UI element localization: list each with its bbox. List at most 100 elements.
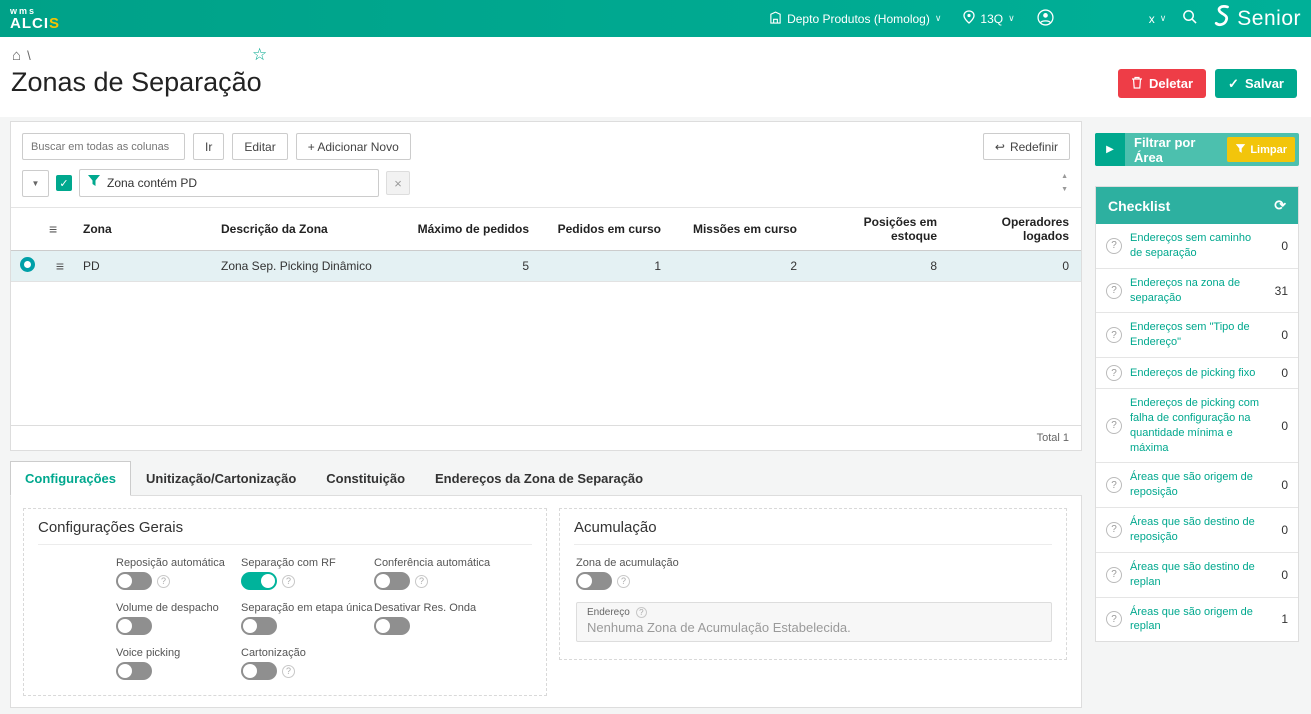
desativar-res-onda-toggle[interactable] bbox=[374, 617, 410, 635]
question-icon: ? bbox=[1106, 365, 1122, 382]
checklist-panel: Checklist ⟳ ? Endereços sem caminho de s… bbox=[1095, 186, 1299, 643]
page-header: ⌂ \ ☆ Zonas de Separação Deletar ✓ Salva… bbox=[0, 37, 1311, 117]
filter-row: ▼ ✓ × ▲ ▼ bbox=[11, 169, 1081, 207]
conferencia-automatica-toggle[interactable] bbox=[374, 572, 410, 590]
reposicao-automatica-toggle[interactable] bbox=[116, 572, 152, 590]
help-icon[interactable]: ? bbox=[617, 574, 630, 588]
checklist-item[interactable]: ? Endereços sem "Tipo de Endereço" 0 bbox=[1096, 313, 1298, 359]
filter-input[interactable] bbox=[107, 176, 371, 190]
table-header-row: ≡ Zona Descrição da Zona Máximo de pedid… bbox=[11, 207, 1081, 251]
filter-options-button[interactable]: ▼ bbox=[22, 169, 49, 197]
accumulation-title: Acumulação bbox=[574, 519, 1052, 545]
tab-constituicao[interactable]: Constituição bbox=[311, 461, 420, 495]
checklist-item[interactable]: ? Áreas que são destino de replan 0 bbox=[1096, 553, 1298, 598]
column-pedidos[interactable]: Pedidos em curso bbox=[541, 207, 673, 251]
search-input[interactable] bbox=[22, 133, 185, 160]
column-maximo[interactable]: Máximo de pedidos bbox=[395, 207, 541, 251]
tab-configuracoes[interactable]: Configurações bbox=[10, 461, 132, 496]
question-icon: ? bbox=[1106, 566, 1122, 583]
row-menu-icon[interactable]: ≡ bbox=[56, 258, 64, 274]
help-icon[interactable]: ? bbox=[157, 574, 170, 588]
column-descricao[interactable]: Descrição da Zona bbox=[215, 207, 395, 251]
checklist-count: 0 bbox=[1281, 238, 1288, 253]
voice-picking-toggle[interactable] bbox=[116, 662, 152, 680]
checklist-item[interactable]: ? Endereços de picking com falha de conf… bbox=[1096, 389, 1298, 464]
volume-despacho-toggle[interactable] bbox=[116, 617, 152, 635]
help-icon[interactable]: ? bbox=[415, 574, 428, 588]
refresh-icon[interactable]: ⟳ bbox=[1274, 197, 1286, 214]
column-operadores[interactable]: Operadores logados bbox=[949, 207, 1081, 251]
breadcrumb-separator: \ bbox=[27, 48, 31, 63]
checklist-count: 1 bbox=[1281, 612, 1288, 627]
language-selector[interactable]: x ∨ bbox=[1149, 12, 1167, 26]
question-icon: ? bbox=[1106, 282, 1122, 299]
filter-by-area-button[interactable]: ▶ Filtrar por Área Limpar bbox=[1095, 133, 1299, 166]
checklist-item[interactable]: ? Áreas que são origem de replan 1 bbox=[1096, 598, 1298, 642]
cell-pedidos: 1 bbox=[541, 250, 673, 282]
scroll-down-icon[interactable]: ▼ bbox=[1061, 186, 1068, 193]
checklist-item[interactable]: ? Endereços sem caminho de separação 0 bbox=[1096, 224, 1298, 269]
tab-unitizacao-cartonizacao[interactable]: Unitização/Cartonização bbox=[131, 461, 311, 495]
question-icon: ? bbox=[1106, 327, 1122, 344]
home-icon[interactable]: ⌂ bbox=[12, 47, 21, 64]
favorite-star-icon[interactable]: ☆ bbox=[252, 45, 267, 65]
toggle-block-reposicao-automatica: Reposição automática ? bbox=[116, 557, 241, 590]
scroll-up-icon[interactable]: ▲ bbox=[1061, 173, 1068, 180]
search-icon[interactable] bbox=[1182, 9, 1197, 29]
row-radio[interactable] bbox=[19, 257, 35, 272]
hamburger-icon: ≡ bbox=[49, 221, 58, 237]
checklist-count: 0 bbox=[1281, 366, 1288, 381]
table-row[interactable]: ≡ PD Zona Sep. Picking Dinâmico 5 1 2 8 … bbox=[11, 250, 1081, 282]
checklist-item[interactable]: ? Endereços na zona de separação 31 bbox=[1096, 269, 1298, 314]
filter-scrollbar: ▲ ▼ bbox=[1061, 173, 1070, 193]
edit-button[interactable]: Editar bbox=[232, 133, 288, 160]
zones-table: ≡ Zona Descrição da Zona Máximo de pedid… bbox=[11, 207, 1081, 282]
reset-button[interactable]: ↩ Redefinir bbox=[982, 133, 1070, 160]
checklist-item[interactable]: ? Áreas que são destino de reposição 0 bbox=[1096, 508, 1298, 553]
accumulation-panel: Acumulação Zona de acumulação ? Endereço… bbox=[559, 508, 1067, 660]
help-icon[interactable]: ? bbox=[635, 607, 647, 618]
column-missoes[interactable]: Missões em curso bbox=[673, 207, 809, 251]
language-label: x bbox=[1148, 11, 1155, 26]
address-field: Endereço ? Nenhuma Zona de Acumulação Es… bbox=[576, 602, 1052, 642]
column-zona[interactable]: Zona bbox=[77, 207, 215, 251]
tab-enderecos-zona[interactable]: Endereços da Zona de Separação bbox=[420, 461, 658, 495]
cell-zona: PD bbox=[77, 250, 215, 282]
help-icon[interactable]: ? bbox=[282, 664, 295, 678]
accumulation-toggle-label: Zona de acumulação bbox=[576, 557, 679, 569]
toggle-block-voice-picking: Voice picking bbox=[116, 647, 241, 680]
cartonizacao-toggle[interactable] bbox=[241, 662, 277, 680]
senior-logo[interactable]: Senior bbox=[1213, 4, 1301, 34]
toggle-block-cartonizacao: Cartonização ? bbox=[241, 647, 374, 680]
clear-filter-icon[interactable]: × bbox=[386, 171, 410, 195]
breadcrumb: ⌂ \ bbox=[12, 47, 31, 64]
grid-toolbar: Ir Editar + Adicionar Novo ↩ Redefinir bbox=[11, 122, 1081, 169]
general-settings-panel: Configurações Gerais Reposição automátic… bbox=[23, 508, 547, 696]
right-sidebar: ▶ Filtrar por Área Limpar Checklist ⟳ ? … bbox=[1095, 133, 1299, 643]
general-settings-title: Configurações Gerais bbox=[38, 519, 532, 545]
warehouse-selector[interactable]: 13Q ∨ bbox=[963, 10, 1015, 27]
depot-selector[interactable]: Depto Produtos (Homolog) ∨ bbox=[769, 11, 941, 27]
help-icon[interactable]: ? bbox=[282, 574, 295, 588]
separacao-rf-toggle[interactable] bbox=[241, 572, 277, 590]
separacao-etapa-unica-toggle[interactable] bbox=[241, 617, 277, 635]
column-posicoes[interactable]: Posições em estoque bbox=[809, 207, 949, 251]
save-button[interactable]: ✓ Salvar bbox=[1215, 69, 1297, 98]
question-icon: ? bbox=[1106, 477, 1122, 494]
checklist-item[interactable]: ? Áreas que são origem de reposição 0 bbox=[1096, 463, 1298, 509]
question-icon: ? bbox=[1106, 237, 1122, 254]
clear-area-filter-button[interactable]: Limpar bbox=[1227, 137, 1295, 162]
alcis-logo[interactable]: wms ALCIS bbox=[10, 6, 60, 31]
checklist-item[interactable]: ? Endereços de picking fixo 0 bbox=[1096, 358, 1298, 390]
go-button[interactable]: Ir bbox=[193, 133, 225, 160]
checklist-count: 0 bbox=[1281, 418, 1288, 433]
zona-acumulacao-toggle[interactable] bbox=[576, 572, 612, 590]
question-icon: ? bbox=[1106, 611, 1122, 628]
menu-column-header[interactable]: ≡ bbox=[43, 207, 77, 251]
checklist-title: Checklist bbox=[1108, 197, 1171, 214]
delete-button[interactable]: Deletar bbox=[1117, 69, 1207, 98]
pin-icon bbox=[963, 10, 976, 27]
add-new-button[interactable]: + Adicionar Novo bbox=[295, 133, 411, 160]
filter-enabled-checkbox[interactable]: ✓ bbox=[56, 175, 72, 191]
user-menu[interactable] bbox=[1037, 8, 1054, 29]
